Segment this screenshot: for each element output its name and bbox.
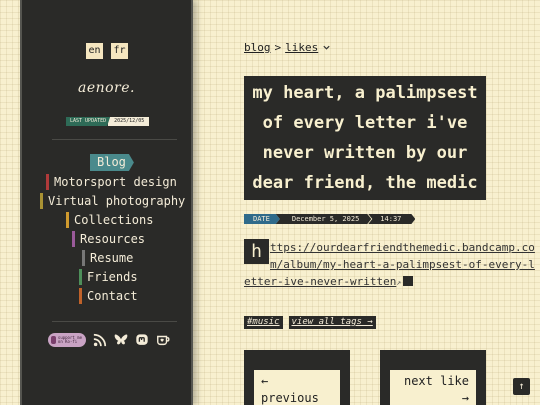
kofi-cup-icon [51, 336, 56, 344]
social-links: support me on Ko-fi [48, 333, 170, 347]
nav-item-friends[interactable]: Friends [79, 269, 138, 285]
nav-item-motorsport-design[interactable]: Motorsport design [46, 174, 177, 190]
last-updated-value: 2025/12/05 [108, 117, 150, 126]
nav-item-virtual-photography[interactable]: Virtual photography [40, 193, 185, 209]
external-link-icon: ↗ [396, 278, 402, 287]
tag-music[interactable]: #music [244, 316, 283, 329]
nav-item-resources[interactable]: Resources [72, 231, 145, 247]
rss-icon[interactable] [93, 333, 107, 347]
last-updated-badge: LAST UPDATED 2025/12/05 [66, 117, 150, 126]
sidebar: en fr aenore. LAST UPDATED 2025/12/05 Bl… [20, 0, 193, 405]
breadcrumb: blog > likes [244, 41, 331, 54]
nav-item-collections[interactable]: Collections [66, 212, 153, 228]
date-label: DATE [244, 214, 280, 224]
bluesky-icon[interactable] [114, 333, 128, 347]
kofi-button[interactable]: support me on Ko-fi [48, 333, 86, 347]
breadcrumb-separator: > [274, 41, 282, 54]
language-switcher: en fr [86, 43, 128, 59]
lang-en-button[interactable]: en [86, 43, 103, 59]
kofi-cup-icon[interactable] [156, 333, 170, 347]
next-card[interactable]: next like → [380, 350, 486, 405]
divider [52, 321, 177, 322]
end-mark-icon [403, 276, 414, 286]
back-to-top-button[interactable]: ↑ [513, 378, 530, 395]
post-title: my heart, a palimpsest of every letter i… [244, 76, 486, 200]
tag-list: #music view all tags → [244, 316, 376, 329]
post-body: h ttps://ourdearfriendthemedic.bandcamp.c… [244, 239, 540, 291]
post-meta: DATE December 5, 2025 14:37 [244, 214, 415, 224]
post-time: 14:37 [368, 214, 415, 224]
nav-item-blog[interactable]: Blog [90, 154, 134, 171]
nav-item-resume[interactable]: Resume [82, 250, 133, 266]
lang-fr-button[interactable]: fr [111, 43, 128, 59]
previous-card[interactable]: ← previous [244, 350, 350, 405]
chevron-down-icon[interactable] [322, 43, 331, 52]
bandcamp-link[interactable]: ttps://ourdearfriendthemedic.bandcamp.co… [244, 241, 535, 288]
nav-item-contact[interactable]: Contact [79, 288, 138, 304]
view-all-tags-link[interactable]: view all tags → [288, 316, 376, 329]
divider [52, 139, 177, 140]
breadcrumb-likes-link[interactable]: likes [285, 41, 318, 54]
kofi-label: support me on Ko-fi [57, 335, 82, 344]
previous-link[interactable]: ← previous [254, 370, 340, 405]
dropcap: h [244, 239, 269, 264]
post-date: December 5, 2025 [276, 214, 371, 224]
mastodon-icon[interactable] [135, 333, 149, 347]
last-updated-label: LAST UPDATED [66, 117, 110, 126]
breadcrumb-blog-link[interactable]: blog [244, 41, 271, 54]
site-logo[interactable]: aenore. [22, 80, 191, 96]
next-like-link[interactable]: next like → [390, 370, 476, 405]
